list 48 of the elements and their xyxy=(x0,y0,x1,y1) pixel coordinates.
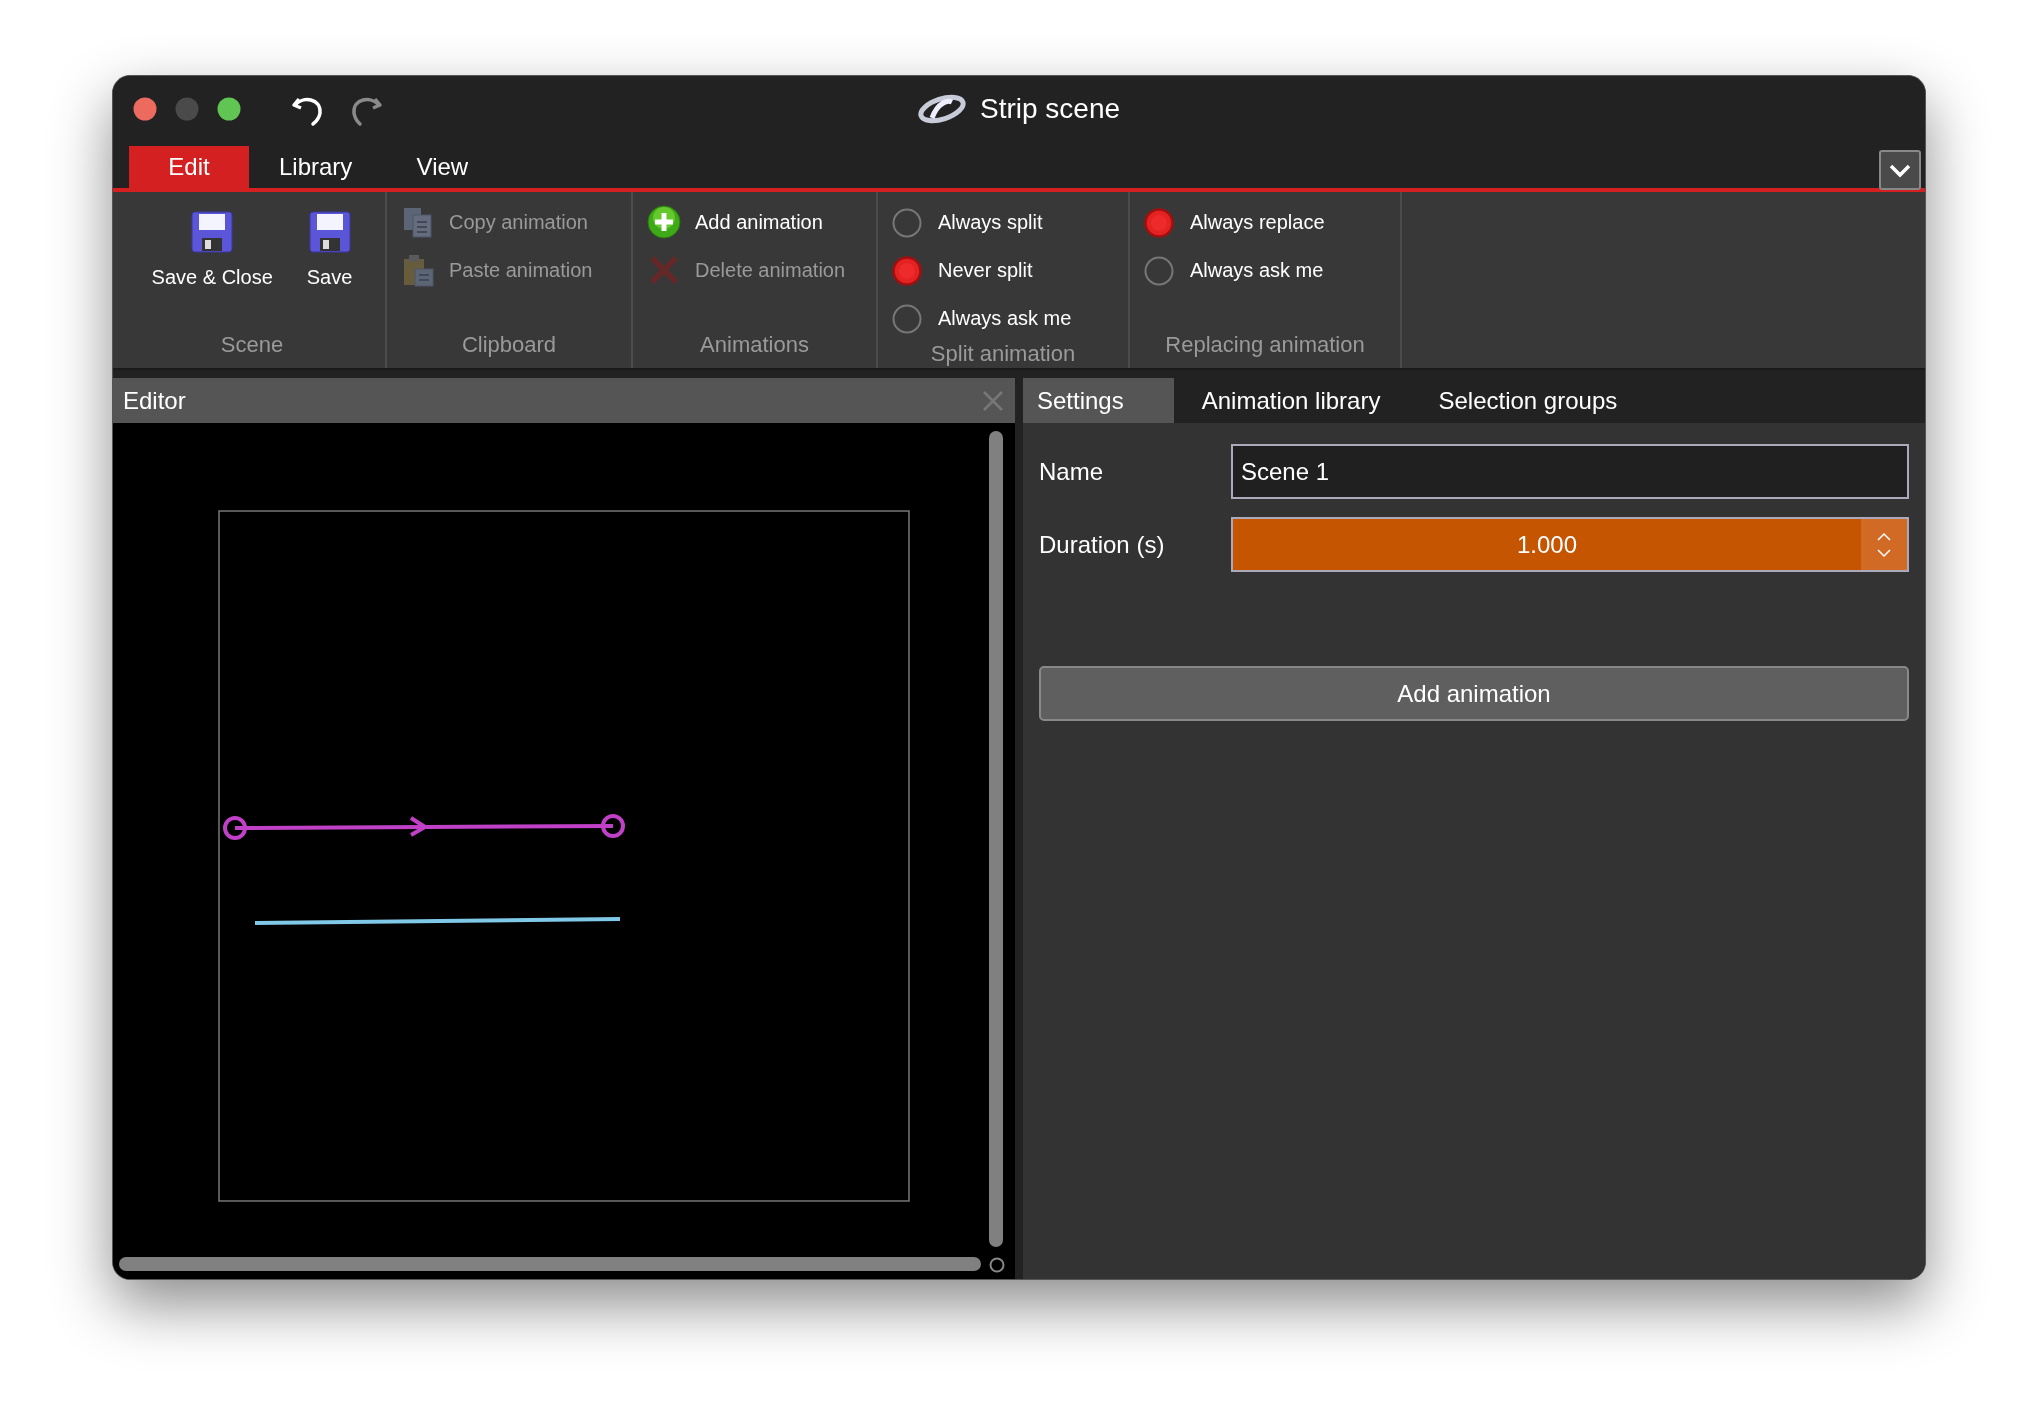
x-mark-icon xyxy=(647,253,681,287)
radio-label: Always replace xyxy=(1190,211,1325,234)
add-animation-button[interactable]: Add animation xyxy=(1039,666,1909,721)
horizontal-scrollbar[interactable] xyxy=(119,1257,981,1271)
vertical-scrollbar[interactable] xyxy=(989,431,1003,1247)
zoom-button[interactable] xyxy=(217,97,241,121)
radio-label: Always ask me xyxy=(938,307,1072,330)
panel-tab[interactable]: Settings xyxy=(1023,378,1174,423)
clipboard-icon xyxy=(401,253,435,287)
field-label: Name xyxy=(1039,457,1105,486)
save-button[interactable]: Save & Close xyxy=(149,200,275,328)
panel-tab[interactable]: Animation library xyxy=(1187,378,1395,423)
field-label: Duration (s) xyxy=(1039,530,1166,559)
line-shape[interactable] xyxy=(254,917,621,925)
radio-button[interactable] xyxy=(892,255,922,286)
group-label: Replacing animation xyxy=(1164,331,1366,359)
group-label: Clipboard xyxy=(460,331,558,359)
duration-spinbox[interactable]: 1.000 xyxy=(1231,517,1909,572)
copy-icon xyxy=(401,205,435,239)
window-title: Strip scene xyxy=(979,93,1121,125)
motion-path[interactable] xyxy=(223,814,625,840)
plus-icon xyxy=(647,205,681,239)
radio-button[interactable] xyxy=(1144,255,1174,286)
close-icon xyxy=(981,388,1005,413)
save-button[interactable]: Save xyxy=(304,200,355,328)
menu-tab[interactable]: Library xyxy=(249,146,383,188)
radio-label: Always ask me xyxy=(1190,259,1324,282)
group-label: Split animation xyxy=(929,340,1077,368)
minimize-button[interactable] xyxy=(175,97,199,121)
panel-tab[interactable]: Selection groups xyxy=(1424,378,1632,423)
chevron-up-icon[interactable] xyxy=(1876,531,1892,542)
panel-title: Editor xyxy=(123,386,186,415)
group-label: Scene xyxy=(219,331,285,359)
app-logo-icon xyxy=(917,92,966,126)
menu-tab[interactable]: Edit xyxy=(129,146,249,188)
chevron-down-icon[interactable] xyxy=(1876,547,1892,558)
radio-label: Always split xyxy=(938,211,1043,234)
group-label: Animations xyxy=(699,331,810,359)
radio-button[interactable] xyxy=(892,303,922,334)
name-field[interactable]: Scene 1 xyxy=(1231,444,1909,499)
close-button[interactable] xyxy=(133,97,157,121)
menu-tab[interactable]: View xyxy=(382,146,503,188)
resize-corner-icon xyxy=(989,1257,1005,1273)
radio-label: Never split xyxy=(938,259,1033,282)
radio-button[interactable] xyxy=(892,207,922,238)
radio-button[interactable] xyxy=(1144,207,1174,238)
ribbon-button[interactable]: Add animation xyxy=(647,204,862,240)
ribbon-collapse-button[interactable] xyxy=(1879,150,1921,190)
